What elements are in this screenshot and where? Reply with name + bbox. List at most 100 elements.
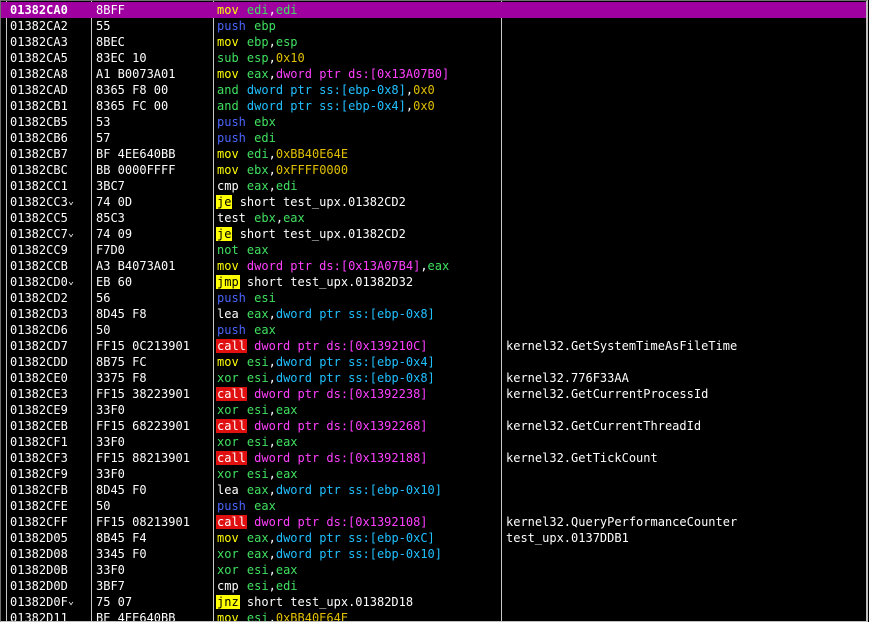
- instruction-cell: je short test_upx.01382CD2: [216, 226, 406, 242]
- operand: eax: [246, 307, 269, 321]
- instruction-row[interactable]: 01382CC1 3BC7 cmp eax,edi: [1, 178, 866, 194]
- instruction-row[interactable]: 01382CD0 ⌄ EB 60 jmp short test_upx.01382D3…: [1, 274, 866, 290]
- instruction-row[interactable]: 01382D11 BE 4EE640BB mov esi,0xBB40E64E: [1, 610, 866, 622]
- instruction-row[interactable]: 01382CA8 A1 B0073A01 mov eax,dword ptr ds:…: [1, 66, 866, 82]
- bytes-cell: A1 B0073A01: [96, 67, 176, 81]
- instruction-row[interactable]: 01382CD2 56 push esi: [1, 290, 866, 306]
- address-cell: 01382D0D: [10, 579, 68, 593]
- instruction-row[interactable]: 01382CF1 33F0 xor esi,eax: [1, 434, 866, 450]
- operand: edi: [275, 3, 298, 17]
- address-cell: 01382CA8: [10, 67, 68, 81]
- address-cell: 01382CCB: [10, 259, 68, 273]
- address-cell: 01382CF9: [10, 467, 68, 481]
- instruction-row[interactable]: 01382CE9 33F0 xor esi,eax: [1, 402, 866, 418]
- instruction-row[interactable]: 01382CA3 8BEC mov ebp,esp: [1, 34, 866, 50]
- bytes-cell: 50: [96, 323, 111, 337]
- bytes-cell: 3345 F0: [96, 547, 147, 561]
- instruction-row[interactable]: 01382CB5 53 push ebx: [1, 114, 866, 130]
- instruction-row[interactable]: 01382CF3 FF15 88213901 call dword ptr ds:[…: [1, 450, 866, 466]
- disassembly-view[interactable]: 01382CA0 8BFF mov edi,edi 01382CA2 55 push eb…: [0, 0, 868, 622]
- instruction-row[interactable]: 01382CFF FF15 08213901 call dword ptr ds:[…: [1, 514, 866, 530]
- bytes-cell: 33F0: [96, 435, 125, 449]
- instruction-row[interactable]: 01382CA2 55 push ebp: [1, 18, 866, 34]
- operand: esi: [246, 403, 269, 417]
- comment-cell: kernel32.QueryPerformanceCounter: [506, 515, 738, 529]
- mnemonic: mov: [217, 355, 239, 369]
- operand: dword ptr ss:[ebp-0x4]: [246, 99, 406, 113]
- instruction-row[interactable]: 01382CB1 8365 FC 00 and dword ptr ss:[ebp-…: [1, 98, 866, 114]
- instruction-cell: jmp short test_upx.01382D32: [216, 274, 413, 290]
- instruction-row[interactable]: 01382CB6 57 push edi: [1, 130, 866, 146]
- bytes-cell: 8365 F8 00: [96, 83, 169, 97]
- mnemonic: je: [216, 195, 233, 209]
- mnemonic: mov: [217, 531, 239, 545]
- operand: ,: [268, 435, 276, 449]
- instruction-row[interactable]: 01382D05 8B45 F4 mov eax,dword ptr ss:[ebp…: [1, 530, 866, 546]
- instruction-row[interactable]: 01382CD7 FF15 0C213901 call dword ptr ds:[…: [1, 338, 866, 354]
- instruction-row[interactable]: 01382CCB A3 B4073A01 mov dword ptr ds:[0x1…: [1, 258, 866, 274]
- operand: esp: [246, 51, 269, 65]
- operand: ,: [268, 179, 276, 193]
- bytes-cell: 50: [96, 499, 111, 513]
- instruction-row[interactable]: 01382CBC BB 0000FFFF mov ebx,0xFFFF0000: [1, 162, 866, 178]
- bytes-cell: 75 07: [96, 595, 133, 609]
- bytes-cell: 8D45 F8: [96, 307, 147, 321]
- instruction-row[interactable]: 01382CF9 33F0 xor esi,eax: [1, 466, 866, 482]
- operand: dword ptr ds:[0x1392108]: [254, 515, 428, 529]
- bytes-cell: FF15 38223901: [96, 387, 190, 401]
- instruction-row[interactable]: 01382CAD 8365 F8 00 and dword ptr ss:[ebp-…: [1, 82, 866, 98]
- address-cell: 01382CFF: [10, 515, 68, 529]
- instruction-cell: mov esi,dword ptr ss:[ebp-0x4]: [216, 354, 435, 370]
- instruction-row[interactable]: 01382CD3 8D45 F8 lea eax,dword ptr ss:[ebp…: [1, 306, 866, 322]
- mnemonic: push: [217, 131, 246, 145]
- instruction-row[interactable]: 01382CC3 ⌄ 74 0D je short test_upx.01382CD2: [1, 194, 866, 210]
- operand: eax: [275, 563, 298, 577]
- instruction-row[interactable]: 01382D08 3345 F0 xor eax,dword ptr ss:[ebp…: [1, 546, 866, 562]
- address-cell: 01382CA2: [10, 19, 68, 33]
- operand: ,: [268, 147, 276, 161]
- instruction-cell: mov ebp,esp: [216, 34, 298, 50]
- instruction-row[interactable]: 01382D0F ⌄ 75 07 jnz short test_upx.01382D1…: [1, 594, 866, 610]
- mnemonic: xor: [217, 547, 239, 561]
- instruction-row[interactable]: 01382CDD 8B75 FC mov esi,dword ptr ss:[ebp…: [1, 354, 866, 370]
- instruction-cell: push eax: [216, 498, 276, 514]
- instruction-row[interactable]: 01382CFE 50 push eax: [1, 498, 866, 514]
- operand: 0xBB40E64E: [275, 611, 349, 622]
- instruction-row[interactable]: 01382CEB FF15 68223901 call dword ptr ds:[…: [1, 418, 866, 434]
- operand: eax: [275, 435, 298, 449]
- comment-cell: test_upx.0137DDB1: [506, 531, 629, 545]
- instruction-cell: xor eax,dword ptr ss:[ebp-0x10]: [216, 546, 442, 562]
- instruction-row[interactable]: 01382CB7 BF 4EE640BB mov edi,0xBB40E64E: [1, 146, 866, 162]
- instruction-row[interactable]: 01382CC5 85C3 test ebx,eax: [1, 210, 866, 226]
- instruction-row[interactable]: 01382CE3 FF15 38223901 call dword ptr ds:[…: [1, 386, 866, 402]
- instruction-cell: call dword ptr ds:[0x139210C]: [216, 338, 428, 354]
- operand: edi: [246, 147, 269, 161]
- mnemonic: je: [216, 227, 233, 241]
- bytes-cell: 8B75 FC: [96, 355, 147, 369]
- instruction-row[interactable]: 01382CC9 F7D0 not eax: [1, 242, 866, 258]
- instruction-row[interactable]: 01382CE0 3375 F8 xor esi,dword ptr ss:[ebp…: [1, 370, 866, 386]
- address-cell: 01382CE0: [10, 371, 68, 385]
- operand: ,: [268, 467, 276, 481]
- instruction-row[interactable]: 01382CA0 8BFF mov edi,edi: [1, 2, 866, 18]
- operand: eax: [254, 323, 276, 337]
- address-cell: 01382CB1: [10, 99, 68, 113]
- instruction-row[interactable]: 01382CD6 50 push eax: [1, 322, 866, 338]
- instruction-row[interactable]: 01382CFB 8D45 F0 lea eax,dword ptr ss:[ebp…: [1, 482, 866, 498]
- mnemonic: xor: [217, 563, 239, 577]
- address-cell: 01382CC7: [10, 227, 68, 241]
- instruction-row[interactable]: 01382D0B 33F0 xor esi,eax: [1, 562, 866, 578]
- operand: esi: [246, 435, 269, 449]
- address-cell: 01382CC9: [10, 243, 68, 257]
- mnemonic: call: [216, 339, 247, 353]
- instruction-cell: mov eax,dword ptr ss:[ebp-0xC]: [216, 530, 435, 546]
- instruction-row[interactable]: 01382CC7 ⌄ 74 09 je short test_upx.01382CD2: [1, 226, 866, 242]
- operand: ,: [268, 371, 276, 385]
- address-cell: 01382CFE: [10, 499, 68, 513]
- instruction-row[interactable]: 01382D0D 3BF7 cmp esi,edi: [1, 578, 866, 594]
- operand: short test_upx.01382CD2: [239, 195, 406, 209]
- instruction-cell: xor esi,eax: [216, 466, 298, 482]
- instruction-row[interactable]: 01382CA5 83EC 10 sub esp,0x10: [1, 50, 866, 66]
- operand: dword ptr ss:[ebp-0x4]: [275, 355, 435, 369]
- operand: ,: [268, 563, 276, 577]
